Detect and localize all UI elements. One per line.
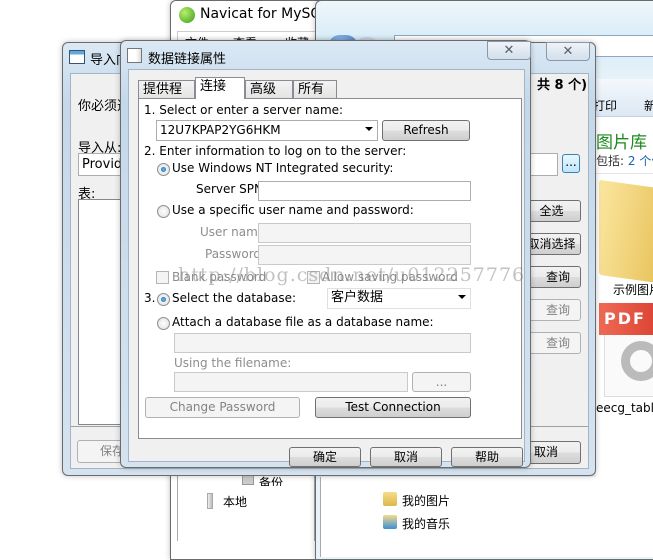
dialog-close-button[interactable]: ✕ xyxy=(487,41,531,60)
step3-number: 3. xyxy=(144,291,156,305)
chevron-down-icon xyxy=(365,127,373,131)
nt-security-radio[interactable] xyxy=(157,163,170,176)
toolbar-print[interactable]: 打印 xyxy=(593,97,617,114)
cancel-button[interactable]: 取消 xyxy=(370,447,442,467)
server-name-combo[interactable]: 12U7KPAP2YG6HKM xyxy=(156,120,378,141)
blank-password-checkbox[interactable] xyxy=(156,271,169,284)
list-item-my-music[interactable]: 我的音乐 xyxy=(402,515,450,532)
step2-label: 2. Enter information to log on to the se… xyxy=(144,144,407,158)
music-folder-icon xyxy=(383,515,397,529)
navicat-title: Navicat for MySQL xyxy=(200,6,330,22)
change-password-button[interactable]: Change Password xyxy=(145,397,300,418)
item-eecg-table[interactable]: eecg_table xyxy=(596,401,653,415)
help-button[interactable]: 帮助 xyxy=(451,447,523,467)
tab-advanced[interactable]: 高级 xyxy=(245,80,293,99)
spn-label: Server SPN: xyxy=(196,182,268,196)
wizard-icon xyxy=(69,50,85,64)
chevron-down-icon xyxy=(458,295,466,299)
wizard-count: 共 8 个) xyxy=(537,78,588,93)
specific-user-radio[interactable] xyxy=(157,205,170,218)
test-connection-button[interactable]: Test Connection xyxy=(315,397,471,418)
list-item-my-pictures[interactable]: 我的图片 xyxy=(402,492,450,509)
library-locations-link[interactable]: 2 个位 xyxy=(628,154,653,168)
refresh-button[interactable]: Refresh xyxy=(382,120,470,141)
pdf-reader-icon xyxy=(621,341,653,381)
pictures-folder-icon xyxy=(383,492,397,506)
password-label: Password: xyxy=(205,247,266,261)
backup-icon xyxy=(242,475,254,485)
folder-icon[interactable] xyxy=(599,179,653,284)
specific-user-label: Use a specific user name and password: xyxy=(172,203,414,217)
data-link-dialog: 数据链接属性 ✕ 提供程序 高级 所有 连接 1. Select or ente… xyxy=(120,40,531,468)
watermark: http://blog.csdn.net/u012257776 xyxy=(178,264,526,286)
server-icon xyxy=(207,493,213,509)
using-filename-label: Using the filename: xyxy=(174,356,292,370)
select-db-radio[interactable] xyxy=(157,293,170,306)
import-from-browse-button[interactable]: ... xyxy=(562,154,580,173)
item-sample-pictures[interactable]: 示例图片 xyxy=(613,281,653,298)
tree-item-local[interactable]: 本地 xyxy=(223,493,247,510)
tab-provider[interactable]: 提供程序 xyxy=(138,80,195,115)
select-db-label: Select the database: xyxy=(172,291,297,305)
tab-all[interactable]: 所有 xyxy=(293,80,337,99)
tab-connection[interactable]: 连接 xyxy=(195,77,245,99)
pdf-label: PDF xyxy=(604,309,646,328)
library-title: 图片库 xyxy=(596,133,647,153)
password-input[interactable] xyxy=(258,245,471,265)
database-combo[interactable]: 客户数据 xyxy=(327,288,471,309)
attach-db-label: Attach a database file as a database nam… xyxy=(172,315,434,329)
filename-browse-button[interactable]: ... xyxy=(412,372,471,392)
ok-button[interactable]: 确定 xyxy=(289,447,361,467)
attach-db-radio[interactable] xyxy=(157,317,170,330)
nt-security-label: Use Windows NT Integrated security: xyxy=(172,161,394,175)
dialog-icon xyxy=(127,48,142,63)
toolbar-new[interactable]: 新 xyxy=(644,97,653,114)
spn-input[interactable] xyxy=(258,181,471,201)
filename-input[interactable] xyxy=(174,372,408,392)
step1-label: 1. Select or enter a server name: xyxy=(144,103,344,117)
wizard-close-button[interactable]: ✕ xyxy=(546,42,590,61)
navicat-logo-icon xyxy=(179,7,195,23)
library-subtitle: 包括: 2 个位 xyxy=(596,152,653,169)
dialog-title: 数据链接属性 xyxy=(148,52,227,67)
username-input[interactable] xyxy=(258,223,471,243)
attach-db-name-input[interactable] xyxy=(174,333,471,353)
